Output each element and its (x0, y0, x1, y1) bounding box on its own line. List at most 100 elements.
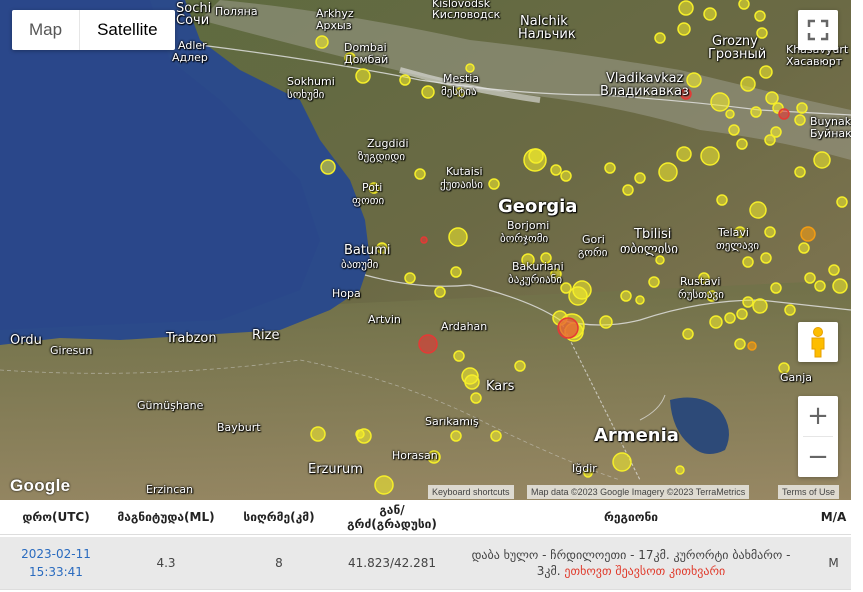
earthquake-marker[interactable] (464, 374, 480, 390)
earthquake-marker[interactable] (355, 429, 365, 439)
earthquake-marker[interactable] (836, 196, 848, 208)
earthquake-marker[interactable] (686, 72, 702, 88)
earthquake-marker[interactable] (677, 22, 691, 36)
earthquake-marker[interactable] (448, 227, 468, 247)
earthquake-marker[interactable] (724, 312, 736, 324)
earthquake-marker[interactable] (490, 430, 502, 442)
earthquake-marker[interactable] (725, 109, 735, 119)
earthquake-marker[interactable] (749, 201, 767, 219)
earthquake-marker[interactable] (434, 286, 446, 298)
earthquake-marker[interactable] (648, 276, 660, 288)
earthquake-marker[interactable] (736, 308, 748, 320)
earthquake-marker[interactable] (756, 27, 768, 39)
earthquake-marker[interactable] (747, 341, 757, 351)
earthquake-marker[interactable] (450, 430, 462, 442)
fullscreen-button[interactable] (798, 10, 838, 50)
earthquake-marker[interactable] (742, 296, 754, 308)
earthquake-marker[interactable] (315, 35, 329, 49)
earthquake-marker[interactable] (355, 68, 371, 84)
earthquake-marker[interactable] (832, 278, 848, 294)
earthquake-marker[interactable] (654, 32, 666, 44)
earthquake-marker[interactable] (814, 280, 826, 292)
earthquake-marker[interactable] (420, 236, 428, 244)
earthquake-marker[interactable] (794, 166, 806, 178)
earthquake-marker[interactable] (710, 92, 730, 112)
earthquake-marker[interactable] (764, 134, 776, 146)
earthquake-marker[interactable] (734, 338, 746, 350)
street-view-pegman-button[interactable] (798, 322, 838, 362)
cell-datetime[interactable]: 2023-02-11 15:33:41 (0, 545, 112, 581)
earthquake-marker[interactable] (675, 465, 685, 475)
earthquake-marker[interactable] (612, 452, 632, 472)
earthquake-marker[interactable] (310, 426, 326, 442)
earthquake-marker[interactable] (488, 178, 500, 190)
earthquake-marker[interactable] (560, 170, 572, 182)
earthquake-marker[interactable] (620, 290, 632, 302)
table-row[interactable]: 2023-02-11 15:33:41 4.3 8 41.823/42.281 … (0, 537, 851, 590)
earthquake-marker[interactable] (528, 148, 544, 164)
header-region[interactable]: რეგიონი (446, 509, 816, 525)
earthquake-marker[interactable] (418, 334, 438, 354)
map-view[interactable]: Sochi Сочи Поляна Arkhyz Архыз Kislovods… (0, 0, 851, 500)
earthquake-marker[interactable] (813, 151, 831, 169)
cell-time[interactable]: 15:33:41 (0, 563, 112, 581)
earthquake-marker[interactable] (828, 264, 840, 276)
earthquake-marker[interactable] (716, 194, 728, 206)
earthquake-marker[interactable] (728, 124, 740, 136)
earthquake-marker[interactable] (754, 10, 766, 22)
earthquake-marker[interactable] (700, 146, 720, 166)
header-time[interactable]: დრო(UTC) (0, 510, 112, 524)
earthquake-marker[interactable] (750, 106, 762, 118)
earthquake-marker[interactable] (557, 317, 579, 339)
cell-date[interactable]: 2023-02-11 (0, 545, 112, 563)
earthquake-marker[interactable] (736, 138, 748, 150)
earthquake-marker[interactable] (465, 63, 475, 73)
earthquake-marker[interactable] (778, 108, 790, 120)
earthquake-marker[interactable] (635, 295, 645, 305)
earthquake-marker[interactable] (682, 328, 694, 340)
header-depth[interactable]: სიღრმე(კმ) (220, 510, 338, 524)
zoom-in-button[interactable]: + (798, 396, 838, 436)
earthquake-marker[interactable] (421, 85, 435, 99)
earthquake-marker[interactable] (414, 168, 426, 180)
earthquake-marker[interactable] (703, 7, 717, 21)
earthquake-marker[interactable] (709, 315, 723, 329)
zoom-out-button[interactable]: − (798, 437, 838, 477)
earthquake-marker[interactable] (765, 91, 779, 105)
earthquake-marker[interactable] (796, 102, 808, 114)
earthquake-marker[interactable] (752, 298, 768, 314)
google-logo[interactable]: Google (10, 476, 70, 496)
earthquake-marker[interactable] (794, 114, 806, 126)
earthquake-marker[interactable] (798, 242, 810, 254)
earthquake-marker[interactable] (738, 0, 750, 10)
earthquake-marker[interactable] (678, 0, 694, 16)
earthquake-marker[interactable] (604, 162, 616, 174)
earthquake-marker[interactable] (404, 272, 416, 284)
keyboard-shortcuts-link[interactable]: Keyboard shortcuts (428, 485, 514, 499)
earthquake-marker[interactable] (450, 266, 462, 278)
earthquake-marker[interactable] (658, 162, 678, 182)
earthquake-marker[interactable] (622, 184, 634, 196)
earthquake-marker[interactable] (634, 172, 646, 184)
questionnaire-link[interactable]: ეთხოვთ შეავსოთ კითხვარი (564, 564, 725, 578)
map-type-map-button[interactable]: Map (12, 10, 79, 50)
earthquake-marker[interactable] (655, 255, 665, 265)
earthquake-marker[interactable] (599, 315, 613, 329)
earthquake-marker[interactable] (514, 360, 526, 372)
earthquake-marker[interactable] (760, 252, 772, 264)
earthquake-marker[interactable] (374, 475, 394, 495)
earthquake-marker[interactable] (800, 226, 816, 242)
earthquake-marker[interactable] (740, 76, 756, 92)
header-type[interactable]: M/A (816, 510, 851, 524)
earthquake-marker[interactable] (550, 164, 562, 176)
earthquake-marker[interactable] (759, 65, 773, 79)
earthquake-marker[interactable] (804, 272, 816, 284)
header-magnitude[interactable]: მაგნიტუდა(ML) (112, 510, 220, 524)
earthquake-marker[interactable] (453, 350, 465, 362)
earthquake-marker[interactable] (784, 304, 796, 316)
earthquake-marker[interactable] (470, 392, 482, 404)
earthquake-marker[interactable] (676, 146, 692, 162)
earthquake-marker[interactable] (399, 74, 411, 86)
earthquake-marker[interactable] (764, 226, 776, 238)
earthquake-marker[interactable] (770, 282, 782, 294)
